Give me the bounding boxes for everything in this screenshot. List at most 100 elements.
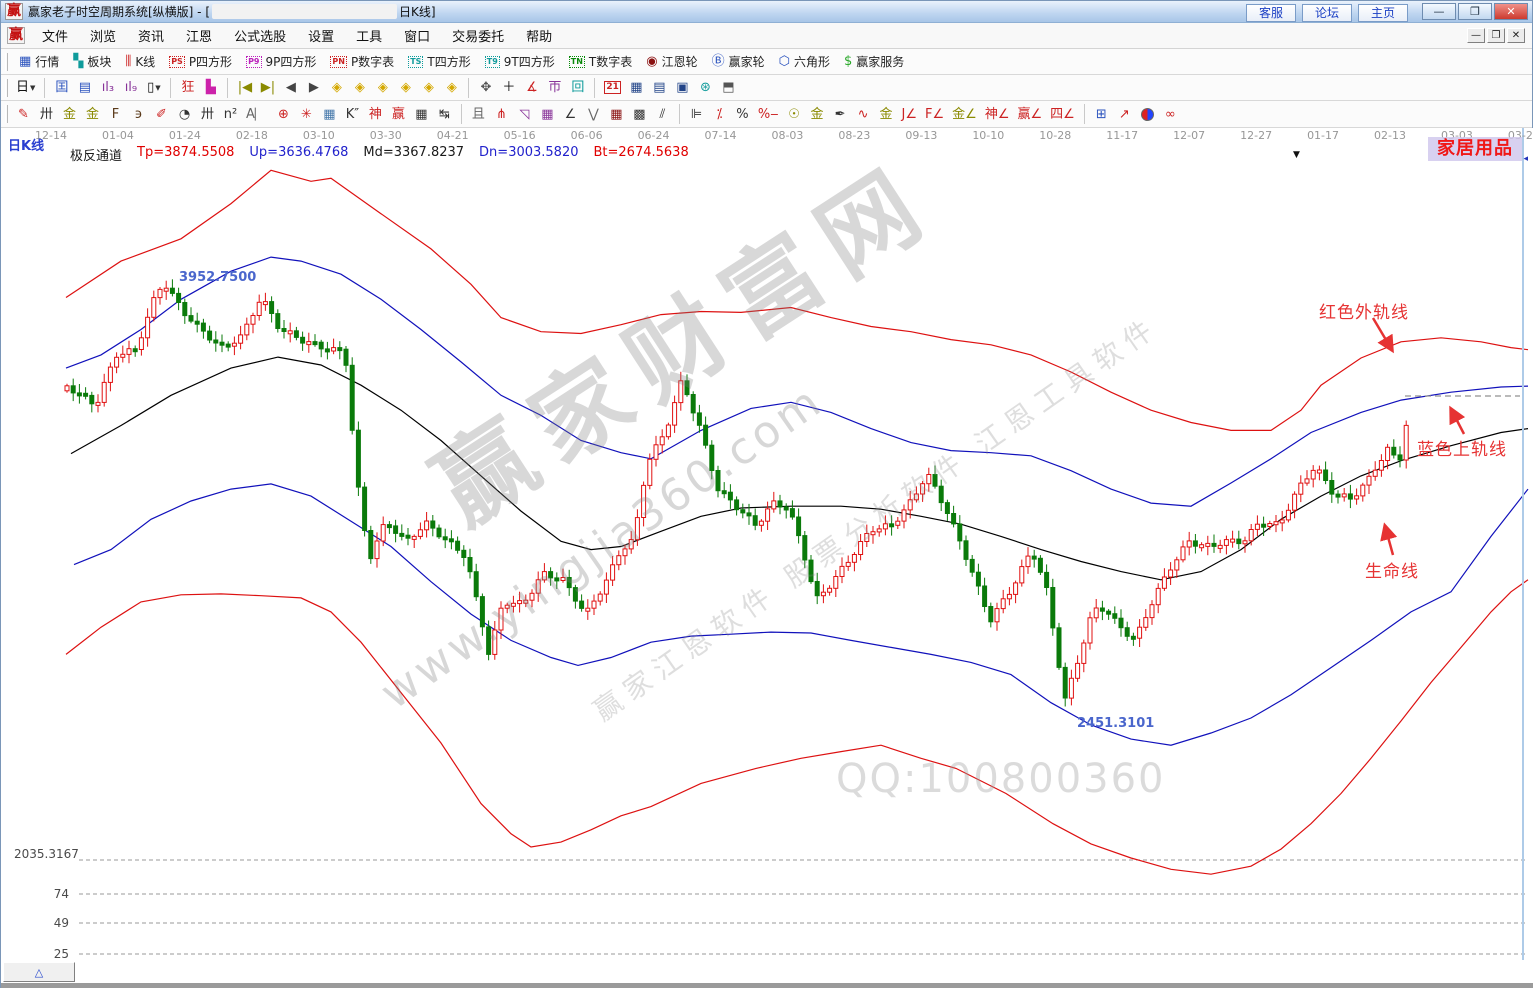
toolbar-wave-red-button[interactable]: ∿ <box>852 104 875 125</box>
toolbar-gold-circle-button[interactable]: ☉ <box>783 104 806 125</box>
toolbar-f-ruler-button[interactable]: F <box>104 104 127 125</box>
toolbar-trend-chart-button[interactable]: ↗ <box>1113 104 1136 125</box>
toolbar-box-tool-button[interactable]: 且 <box>467 104 490 125</box>
scale-dropdown-marker-icon[interactable]: ▼ <box>1293 150 1300 160</box>
toolbar-purple-tool-button[interactable]: 帀 <box>543 77 566 98</box>
toolbar-diamond-left-button[interactable]: ◈ <box>325 77 348 98</box>
indicator-name[interactable]: 极反通道 <box>70 145 122 164</box>
toolbar-hexagon-button[interactable]: ⬡六角形 <box>772 51 837 72</box>
toolbar-sectors-button[interactable]: ▚板块 <box>66 51 118 72</box>
toolbar-red-pen-button[interactable]: ✐ <box>150 104 173 125</box>
toolbar-mirror-a-button[interactable]: A⎸ <box>242 104 272 125</box>
toolbar-layout-window-button[interactable]: 囯 <box>50 77 73 98</box>
toolbar-span-arrows-button[interactable]: ↹ <box>433 104 456 125</box>
toolbar-diamond-star-button[interactable]: ◈ <box>417 77 440 98</box>
menu-item-资讯[interactable]: 资讯 <box>127 23 175 48</box>
menu-item-工具[interactable]: 工具 <box>345 23 393 48</box>
toolbar-pan-hand-button[interactable]: ✥ <box>474 77 497 98</box>
toolbar-grid-purple-button[interactable]: ▦ <box>536 104 559 125</box>
panel-expand-button[interactable]: △ <box>3 962 75 982</box>
toolbar-diamond-right-button[interactable]: ◈ <box>348 77 371 98</box>
toolbar-angle-lines-button[interactable]: ∠ <box>559 104 582 125</box>
toolbar-grid-dark-button[interactable]: ▩ <box>628 104 651 125</box>
toolbar-computer-button[interactable]: ⬒ <box>717 77 740 98</box>
toolbar-diamond-plus-button[interactable]: ◈ <box>440 77 463 98</box>
toolbar-shen-angle-button[interactable]: 神∠ <box>981 104 1014 125</box>
menu-item-文件[interactable]: 文件 <box>31 23 79 48</box>
toolbar-pattern-kuang-button[interactable]: 狂 <box>176 77 199 98</box>
restore-button[interactable]: ❐ <box>1458 3 1492 20</box>
toolbar-yinyang-button[interactable] <box>1136 104 1159 125</box>
toolbar-ink-pen-button[interactable]: ✒ <box>829 104 852 125</box>
toolbar-calendar-button[interactable]: 21 <box>600 77 625 98</box>
toolbar-first-page-button[interactable]: |◀ <box>233 77 256 98</box>
toolbar-fan-red-button[interactable]: ⋔ <box>490 104 513 125</box>
toolbar-gold-ruler-2-button[interactable]: 金 <box>81 104 104 125</box>
mdi-close-button[interactable]: ✕ <box>1507 28 1525 43</box>
toolbar-percent-line-button[interactable]: %‒ <box>754 104 783 125</box>
toolbar-info-panel-button[interactable]: ▤ <box>73 77 96 98</box>
toolbar-hollow-candle-button[interactable]: ▯▼ <box>142 77 165 98</box>
menu-item-公式选股[interactable]: 公式选股 <box>223 23 297 48</box>
toolbar-volume-profile-button[interactable]: ▙ <box>199 77 222 98</box>
instrument-tag[interactable]: 家居用品 <box>1428 137 1522 161</box>
toolbar-infinity-button[interactable]: ∞ <box>1159 104 1182 125</box>
toolbar-n-square-button[interactable]: n² <box>219 104 242 125</box>
toolbar-bars-3-button[interactable]: ıl₃ <box>96 77 119 98</box>
mdi-restore-button[interactable]: ❐ <box>1487 28 1505 43</box>
toolbar-grid-yellow-button[interactable]: ⊞ <box>1090 104 1113 125</box>
mdi-minimize-button[interactable]: — <box>1467 28 1485 43</box>
toolbar-percent-button[interactable]: % <box>731 104 754 125</box>
menu-item-窗口[interactable]: 窗口 <box>393 23 441 48</box>
toolbar-winner-service-button[interactable]: $赢家服务 <box>837 51 911 72</box>
titlebar-button-forum[interactable]: 论坛 <box>1302 4 1352 22</box>
toolbar-web-export-button[interactable]: ⊛ <box>694 77 717 98</box>
menu-item-浏览[interactable]: 浏览 <box>79 23 127 48</box>
toolbar-percent-red-button[interactable]: ⁒ <box>708 104 731 125</box>
toolbar-ying-angle-button[interactable]: 赢∠ <box>1013 104 1046 125</box>
toolbar-gold-ruler-1-button[interactable]: 金 <box>58 104 81 125</box>
menu-item-帮助[interactable]: 帮助 <box>515 23 563 48</box>
chart-canvas[interactable] <box>1 128 1533 988</box>
toolbar-grid-red-button[interactable]: ▦ <box>605 104 628 125</box>
toolbar-si-angle-button[interactable]: 四∠ <box>1046 104 1079 125</box>
corner-arrow-icon[interactable]: ◂ <box>1523 154 1528 164</box>
toolbar-t-square-button[interactable]: TST四方形 <box>401 51 478 72</box>
close-button[interactable]: ✕ <box>1494 3 1528 20</box>
toolbar-k-quote-button[interactable]: K″ <box>341 104 364 125</box>
toolbar-bar-scale-button[interactable]: ⊫ <box>685 104 708 125</box>
toolbar-gold-angle-button[interactable]: 金∠ <box>948 104 981 125</box>
toolbar-period-candle-button[interactable]: 日▼ <box>12 77 39 98</box>
titlebar-button-home[interactable]: 主页 <box>1358 4 1408 22</box>
toolbar-parallel-lines-button[interactable]: ⫽ <box>651 104 674 125</box>
toolbar-wave-v-button[interactable]: ⋁ <box>582 104 605 125</box>
toolbar-calculator-button[interactable]: ▦ <box>625 77 648 98</box>
toolbar-fan-purple-button[interactable]: ◹ <box>513 104 536 125</box>
toolbar-prev-page-button[interactable]: ◀ <box>279 77 302 98</box>
toolbar-shen-tool-button[interactable]: 神 <box>364 104 387 125</box>
toolbar-9t-square-button[interactable]: T99T四方形 <box>478 51 562 72</box>
toolbar-gann-wheel-button[interactable]: ◉江恩轮 <box>639 51 704 72</box>
toolbar-grip[interactable] <box>5 105 8 123</box>
toolbar-target-red-button[interactable]: ⊕ <box>272 104 295 125</box>
toolbar-save-button[interactable]: ▣ <box>671 77 694 98</box>
toolbar-p-number-table-button[interactable]: PNP数字表 <box>323 51 401 72</box>
toolbar-gold-line-button[interactable]: 金 <box>806 104 829 125</box>
toolbar-draw-pen-button[interactable]: ✎ <box>12 104 35 125</box>
toolbar-grip[interactable] <box>5 53 8 71</box>
menu-item-江恩[interactable]: 江恩 <box>175 23 223 48</box>
toolbar-quotes-button[interactable]: ▦行情 <box>12 51 66 72</box>
toolbar-diamond-horizontal-button[interactable]: ◈ <box>371 77 394 98</box>
menu-item-设置[interactable]: 设置 <box>297 23 345 48</box>
toolbar-notes-button[interactable]: ▤ <box>648 77 671 98</box>
toolbar-p-square-button[interactable]: PSP四方形 <box>162 51 239 72</box>
toolbar-angle-measure-button[interactable]: ∡ <box>520 77 543 98</box>
toolbar-bars-9-button[interactable]: ıl₉ <box>119 77 142 98</box>
toolbar-gold-line-2-button[interactable]: 金 <box>875 104 898 125</box>
toolbar-maze-tool-button[interactable]: 回 <box>566 77 589 98</box>
toolbar-t-number-table-button[interactable]: TNT数字表 <box>562 51 640 72</box>
toolbar-kline-button[interactable]: ⫼K线 <box>118 51 162 72</box>
minimize-button[interactable]: — <box>1422 3 1456 20</box>
toolbar-ying-tool-button[interactable]: 赢 <box>387 104 410 125</box>
period-label[interactable]: 日K线 <box>8 135 44 154</box>
